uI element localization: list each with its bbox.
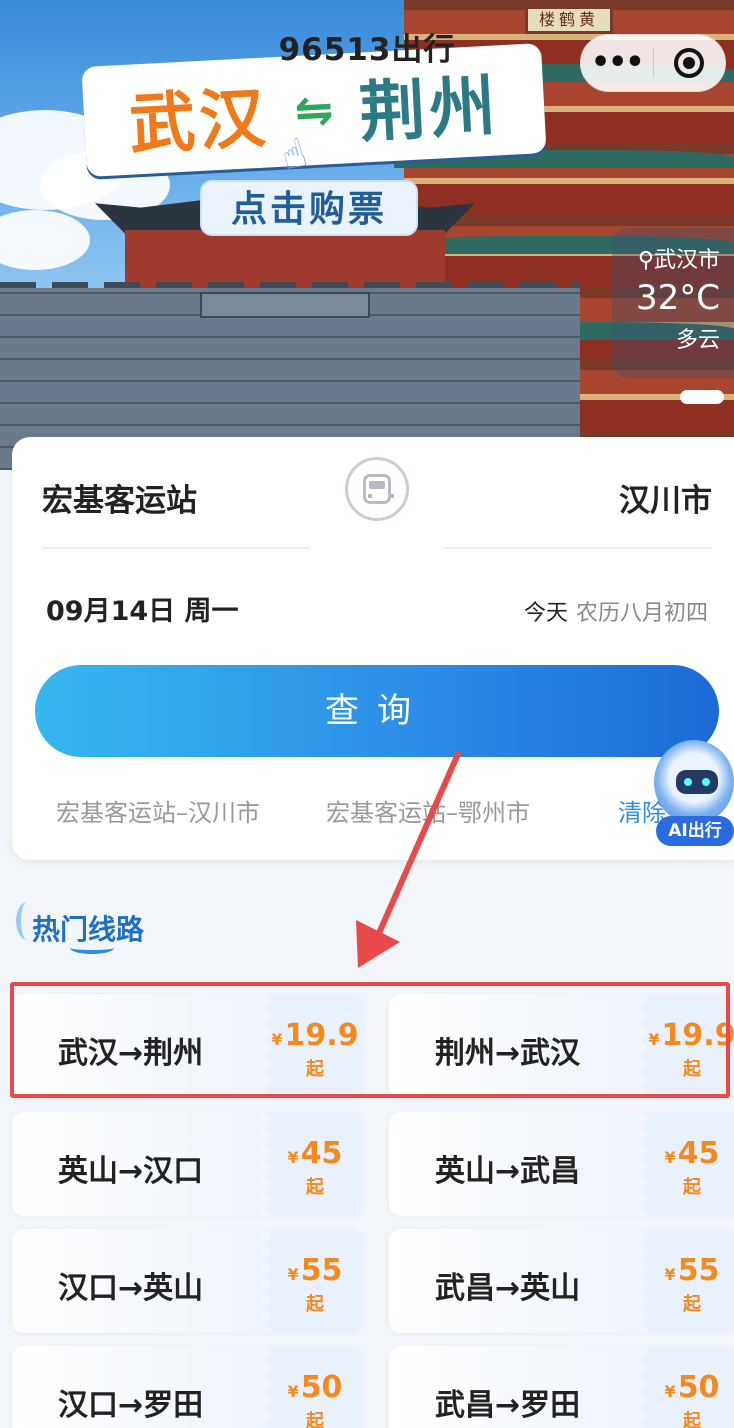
to-divider — [444, 547, 712, 549]
weather-widget[interactable]: ⚲武汉市 32°C 多云 — [612, 228, 734, 378]
today-label: 今天 — [523, 601, 568, 626]
route-card[interactable]: 汉口→罗田 ¥50 起 — [12, 1346, 364, 1428]
buy-ticket-banner-button[interactable]: 点击购票 — [200, 180, 418, 236]
route-price-suffix: 起 — [683, 1177, 701, 1198]
route-card-body: 英山→武昌 — [389, 1112, 643, 1216]
route-price-value: 55 — [300, 1253, 343, 1288]
weather-condition: 多云 — [675, 328, 720, 353]
route-card[interactable]: 英山→武昌 ¥45 起 — [389, 1112, 734, 1216]
date-picker[interactable]: 09月14日 周一 — [46, 589, 239, 628]
currency-symbol: ¥ — [287, 1265, 299, 1284]
route-price-value: 55 — [677, 1253, 720, 1288]
route-price-suffix: 起 — [683, 1294, 701, 1315]
robot-face — [676, 770, 718, 794]
currency-symbol: ¥ — [664, 1265, 676, 1284]
route-card-body: 汉口→罗田 — [12, 1346, 266, 1428]
annotation-arrow-shaft — [373, 751, 461, 943]
currency-symbol: ¥ — [664, 1148, 676, 1167]
route-card[interactable]: 武昌→英山 ¥55 起 — [389, 1229, 734, 1333]
annotation-highlight-box — [10, 982, 730, 1098]
bus-icon — [363, 474, 394, 504]
route-price-box: ¥50 起 — [637, 1346, 734, 1428]
route-price-suffix: 起 — [683, 1411, 701, 1428]
route-name: 汉口→英山 — [58, 1271, 204, 1306]
hot-title-underline — [70, 942, 114, 954]
cloud — [0, 210, 90, 270]
route-name: 汉口→罗田 — [58, 1388, 204, 1423]
from-divider — [42, 547, 310, 549]
route-price: ¥45 — [266, 1136, 364, 1171]
robot-avatar-icon — [654, 740, 734, 824]
date-info: 今天 农历八月初四 — [524, 595, 708, 627]
currency-symbol: ¥ — [664, 1382, 676, 1401]
route-price: ¥55 — [643, 1253, 734, 1288]
route-price-suffix: 起 — [306, 1411, 324, 1428]
route-name: 英山→武昌 — [435, 1154, 581, 1189]
route-price: ¥50 — [266, 1370, 364, 1405]
target-icon[interactable] — [654, 48, 726, 78]
route-card[interactable]: 英山→汉口 ¥45 起 — [12, 1112, 364, 1216]
history-item[interactable]: 宏基客运站–汉川市 — [56, 793, 260, 828]
target-dot — [683, 57, 696, 69]
miniprogram-capsule: ••• — [580, 34, 726, 92]
robot-eye — [684, 778, 692, 786]
route-card-body: 武昌→罗田 — [389, 1346, 643, 1428]
route-name: 英山→汉口 — [58, 1154, 204, 1189]
route-price-value: 50 — [300, 1370, 343, 1405]
weather-temperature: 32°C — [635, 278, 720, 318]
currency-symbol: ¥ — [287, 1148, 299, 1167]
route-card[interactable]: 武昌→罗田 ¥50 起 — [389, 1346, 734, 1428]
route-price: ¥45 — [643, 1136, 734, 1171]
robot-eye — [702, 778, 710, 786]
route-price-box: ¥50 起 — [260, 1346, 364, 1428]
query-button[interactable]: 查询 — [35, 665, 719, 757]
route-name: 武昌→罗田 — [435, 1388, 581, 1423]
route-price-box: ¥45 起 — [260, 1112, 364, 1216]
route-price-box: ¥55 起 — [637, 1229, 734, 1333]
swap-stations-button[interactable] — [345, 457, 409, 521]
route-price: ¥55 — [266, 1253, 364, 1288]
route-name: 武昌→英山 — [435, 1271, 581, 1306]
route-price-value: 45 — [300, 1136, 343, 1171]
banner-pager-indicator — [680, 390, 724, 404]
route-price-suffix: 起 — [306, 1177, 324, 1198]
route-price-suffix: 起 — [306, 1294, 324, 1315]
route-price-box: ¥55 起 — [260, 1229, 364, 1333]
route-card-body: 汉口→英山 — [12, 1229, 266, 1333]
annotation-arrow — [356, 751, 461, 968]
location-pin-icon: ⚲ — [637, 248, 654, 273]
route-price-box: ¥45 起 — [637, 1112, 734, 1216]
ai-assistant-label: AI出行 — [656, 816, 734, 846]
more-dots-icon[interactable]: ••• — [581, 34, 653, 92]
to-station-field[interactable]: 汉川市 — [619, 475, 712, 520]
route-price: ¥50 — [643, 1370, 734, 1405]
annotation-arrow-head — [356, 920, 400, 968]
target-ring — [674, 48, 705, 78]
route-price-value: 50 — [677, 1370, 720, 1405]
route-price-value: 45 — [677, 1136, 720, 1171]
from-station-field[interactable]: 宏基客运站 — [42, 475, 197, 520]
banner-city-from: 武汉 — [127, 79, 272, 164]
route-card-body: 英山→汉口 — [12, 1112, 266, 1216]
route-card[interactable]: 汉口→英山 ¥55 起 — [12, 1229, 364, 1333]
weather-location: ⚲武汉市 — [637, 248, 720, 273]
ai-assistant-button[interactable]: AI出行 — [650, 740, 734, 848]
currency-symbol: ¥ — [287, 1382, 299, 1401]
lunar-date: 农历八月初四 — [575, 601, 708, 626]
route-card-body: 武昌→英山 — [389, 1229, 643, 1333]
wall-sign — [200, 292, 370, 318]
